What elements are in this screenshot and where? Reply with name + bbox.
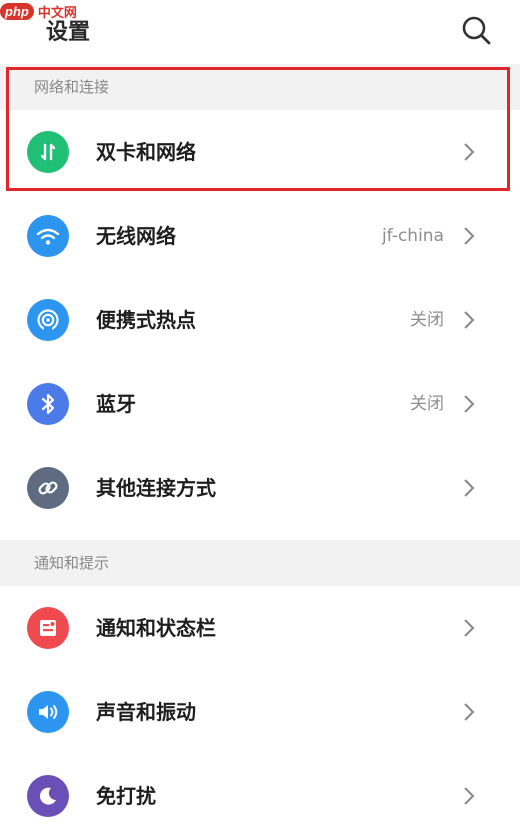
row-label: 双卡和网络 (96, 140, 196, 164)
chevron-right-icon (464, 395, 475, 413)
row-value: 关闭 (410, 310, 444, 330)
row-label: 通知和状态栏 (96, 616, 216, 640)
chevron-right-icon (464, 311, 475, 329)
settings-row-bluetooth[interactable]: 蓝牙 关闭 (0, 362, 520, 446)
settings-row-sound[interactable]: 声音和振动 (0, 670, 520, 754)
row-value: jf-china (382, 226, 444, 246)
row-label: 蓝牙 (96, 392, 136, 416)
row-value: 关闭 (410, 394, 444, 414)
section-header-notifications: 通知和提示 (0, 540, 520, 586)
settings-row-notifications[interactable]: 通知和状态栏 (0, 586, 520, 670)
chevron-right-icon (464, 143, 475, 161)
wifi-icon (27, 215, 69, 257)
watermark-logo: php (0, 2, 34, 20)
row-label: 无线网络 (96, 224, 176, 248)
chevron-right-icon (464, 479, 475, 497)
chevron-right-icon (464, 227, 475, 245)
chevron-right-icon (464, 619, 475, 637)
settings-row-hotspot[interactable]: 便携式热点 关闭 (0, 278, 520, 362)
bluetooth-icon (27, 383, 69, 425)
link-icon (27, 467, 69, 509)
settings-row-wifi[interactable]: 无线网络 jf-china (0, 194, 520, 278)
hotspot-icon (27, 299, 69, 341)
row-label: 便携式热点 (96, 308, 196, 332)
row-label: 免打扰 (96, 784, 156, 808)
row-label: 其他连接方式 (96, 476, 216, 500)
site-watermark: php 中文网 (0, 0, 110, 22)
notification-icon (27, 607, 69, 649)
section-header-network: 网络和连接 (0, 64, 520, 110)
settings-row-do-not-disturb[interactable]: 免打扰 (0, 754, 520, 838)
settings-row-dual-sim[interactable]: 双卡和网络 (0, 110, 520, 194)
search-icon[interactable] (458, 12, 494, 48)
settings-row-other-connections[interactable]: 其他连接方式 (0, 446, 520, 530)
chevron-right-icon (464, 703, 475, 721)
dual-sim-icon (27, 131, 69, 173)
watermark-text: 中文网 (37, 5, 77, 21)
sound-icon (27, 691, 69, 733)
moon-icon (27, 775, 69, 817)
row-label: 声音和振动 (96, 700, 196, 724)
chevron-right-icon (464, 787, 475, 805)
